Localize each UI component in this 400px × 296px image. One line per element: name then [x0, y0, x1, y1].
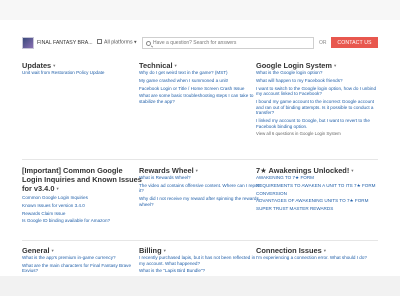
- chevron-down-icon: ▾: [51, 248, 54, 253]
- chevron-down-icon: ▾: [174, 63, 177, 68]
- row-divider: [22, 159, 378, 160]
- list-item[interactable]: REQUIREMENTS TO AWAKEN A UNIT TO ITS 7★ …: [256, 183, 378, 189]
- platforms-label: All platforms: [104, 39, 133, 46]
- section-title[interactable]: Technical: [139, 61, 173, 70]
- section-title[interactable]: General: [22, 246, 50, 255]
- list-item[interactable]: Known Issues for version 3.4.0: [22, 203, 144, 209]
- list-item[interactable]: What are the main characters for Final F…: [22, 263, 144, 274]
- section-technical: Technical ▾ Why do I get weird text in th…: [139, 61, 261, 107]
- list-item[interactable]: I linked my account to Google, but I wan…: [256, 118, 378, 129]
- list-item[interactable]: The video ad contains offensive content.…: [139, 183, 261, 194]
- section-title[interactable]: Connection Issues: [256, 246, 322, 255]
- list-item[interactable]: What is the app's premium in-game curren…: [22, 255, 144, 261]
- list-item[interactable]: Why did I not receive my reward after sp…: [139, 196, 261, 207]
- list-item[interactable]: I recently purchased lapis, but it has n…: [139, 255, 261, 266]
- list-item[interactable]: AWAKENING TO 7★ FORM: [256, 175, 378, 181]
- section-general: General ▾ What is the app's premium in-ga…: [22, 246, 144, 276]
- row-divider: [22, 240, 378, 241]
- section-title[interactable]: 7★ Awakenings Unlocked!: [256, 166, 349, 175]
- list-item[interactable]: Facebook Login or Title / Home Screen Cr…: [139, 86, 261, 92]
- section-billing: Billing ▾ I recently purchased lapis, but…: [139, 246, 261, 276]
- list-item[interactable]: SUPER TRUST MASTER REWARDS: [256, 206, 378, 212]
- grid-icon: [97, 39, 102, 44]
- browser-top-strip: [0, 0, 400, 20]
- list-item[interactable]: What is the "Lapis Bird Bundle"?: [139, 268, 261, 274]
- chevron-down-icon: ▾: [195, 168, 198, 173]
- section-updates: Updates ▾ Unit wait from Restoration Poli…: [22, 61, 144, 78]
- chevron-down-icon: ▾: [56, 186, 59, 191]
- section-google-login-system: Google Login System ▾ What is the Google …: [256, 61, 378, 136]
- chevron-down-icon: ▾: [323, 248, 326, 253]
- chevron-down-icon: ▾: [333, 63, 337, 68]
- browser-bottom-strip: [0, 276, 400, 296]
- list-item[interactable]: I'm experiencing a connection error. Wha…: [256, 255, 378, 261]
- or-label: OR: [319, 40, 327, 46]
- site-header: FINAL FANTASY BRA... All platforms ▾ OR …: [0, 34, 400, 54]
- list-item[interactable]: What is Rewards Wheel?: [139, 175, 261, 181]
- section-title[interactable]: Updates: [22, 61, 51, 70]
- chevron-down-icon: ▾: [53, 63, 56, 68]
- app-logo-icon[interactable]: [22, 37, 34, 49]
- chevron-down-icon: ▾: [163, 248, 166, 253]
- search-icon: [146, 40, 151, 46]
- chevron-down-icon: ▾: [134, 39, 137, 46]
- list-item[interactable]: Rewards Claim Issue: [22, 211, 144, 217]
- section-connection-issues: Connection Issues ▾ I'm experiencing a co…: [256, 246, 378, 263]
- list-item[interactable]: What are some basic troubleshooting step…: [139, 93, 261, 104]
- list-item[interactable]: I bound my game account to the incorrect…: [256, 99, 378, 116]
- list-item[interactable]: CONVERSION: [256, 191, 378, 197]
- section-title[interactable]: Billing: [139, 246, 162, 255]
- list-item[interactable]: Is Google ID binding available for Amazo…: [22, 218, 144, 224]
- list-item[interactable]: My game crashed when I summoned a unit!: [139, 78, 261, 84]
- section-important-google-login: [Important] Common Google Login Inquirie…: [22, 166, 144, 226]
- list-item[interactable]: Unit wait from Restoration Policy Update: [22, 70, 144, 76]
- platforms-dropdown[interactable]: All platforms ▾: [97, 39, 137, 46]
- list-item[interactable]: What is the Google login option?: [256, 70, 378, 76]
- list-item[interactable]: ADVANTAGES OF AWAKENING UNITS TO 7★ FORM: [256, 198, 378, 204]
- app-title[interactable]: FINAL FANTASY BRA...: [37, 40, 93, 46]
- list-item[interactable]: Why do I get weird text in the game? (MS…: [139, 70, 261, 76]
- section-title[interactable]: Google Login System: [256, 61, 332, 70]
- list-item[interactable]: What will happen to my Facebook friends?: [256, 78, 378, 84]
- section-title[interactable]: Rewards Wheel: [139, 166, 194, 175]
- view-all-link[interactable]: View all 6 questions in Google Login Sys…: [256, 131, 378, 136]
- contact-us-button[interactable]: CONTACT US: [331, 37, 378, 48]
- search-box[interactable]: [142, 37, 314, 49]
- section-rewards-wheel: Rewards Wheel ▾ What is Rewards Wheel? Th…: [139, 166, 261, 210]
- list-item[interactable]: Common Google Login Inquiries: [22, 195, 144, 201]
- section-title[interactable]: [Important] Common Google Login Inquirie…: [22, 166, 142, 193]
- chevron-down-icon: ▾: [351, 168, 354, 173]
- section-7-star-awakenings: 7★ Awakenings Unlocked! ▾ AWAKENING TO 7★…: [256, 166, 378, 214]
- search-input[interactable]: [153, 38, 311, 48]
- list-item[interactable]: I want to switch to the Google login opt…: [256, 86, 378, 97]
